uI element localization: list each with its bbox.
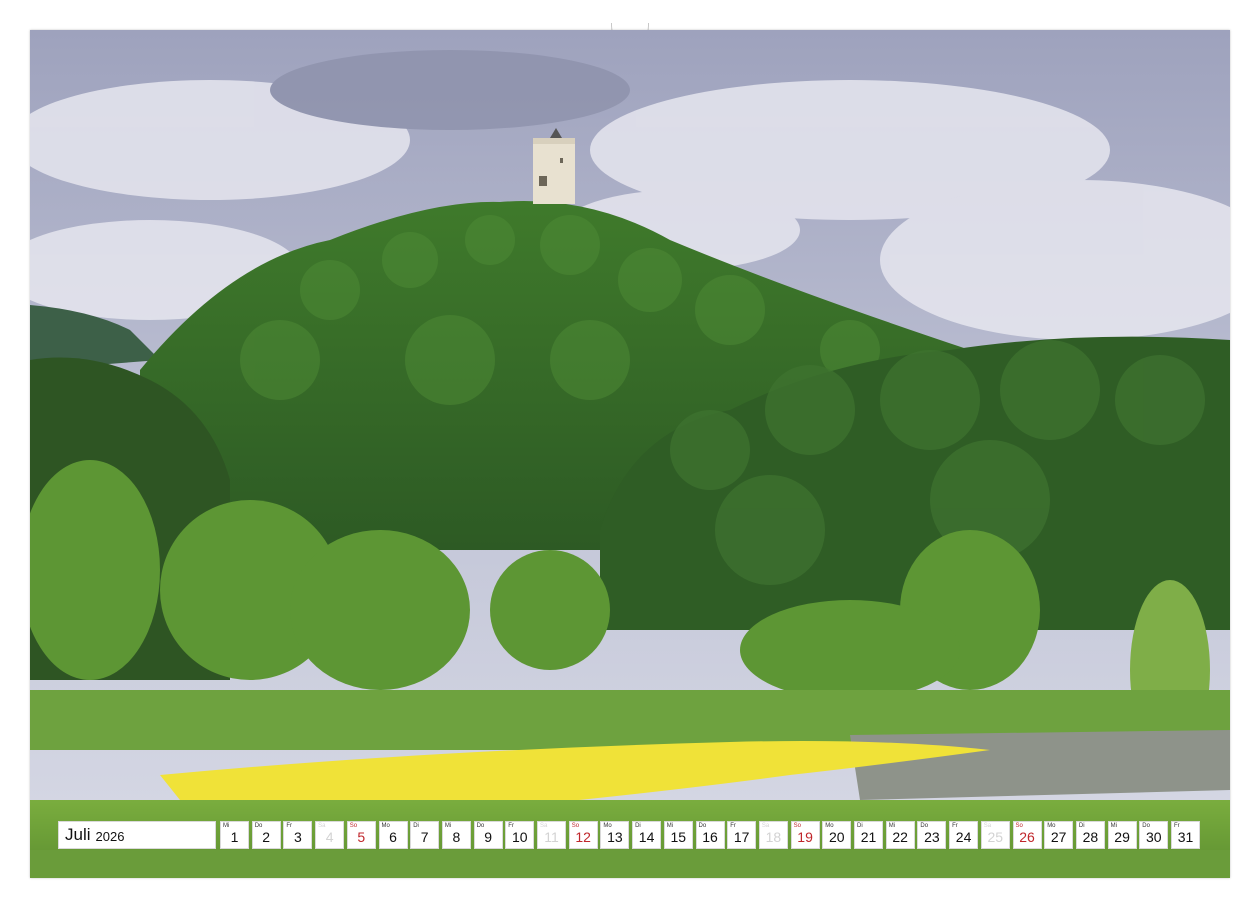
day-cell: Fr 3 — [283, 821, 313, 849]
month-name: Juli — [65, 825, 91, 844]
day-number: 9 — [484, 829, 492, 845]
day-cell: Mi 8 — [441, 821, 471, 849]
day-number: 6 — [389, 829, 397, 845]
day-number: 15 — [670, 829, 687, 845]
day-cell: Di 21 — [854, 821, 883, 849]
day-cell: Sa 25 — [980, 821, 1010, 849]
tower — [533, 128, 575, 204]
day-cell: Mi 29 — [1107, 821, 1137, 849]
month-label-box: Juli 2026 — [58, 821, 216, 849]
day-number: 12 — [575, 829, 591, 845]
day-cell: Di 14 — [632, 821, 662, 849]
day-cell: So 5 — [346, 821, 376, 849]
day-number: 24 — [955, 829, 972, 845]
day-number: 2 — [262, 829, 271, 845]
day-cell: Sa 11 — [537, 821, 566, 849]
day-cell: Fr 17 — [727, 821, 757, 849]
day-number: 8 — [452, 829, 461, 845]
day-number: 25 — [987, 829, 1004, 845]
day-number: 28 — [1082, 829, 1099, 845]
day-number: 21 — [860, 829, 877, 845]
landscape-photo — [30, 30, 1230, 878]
day-number: 19 — [797, 829, 813, 845]
day-cell: Do 16 — [695, 821, 725, 849]
day-cell: So 19 — [790, 821, 820, 849]
day-cell: Di 7 — [410, 821, 440, 849]
day-number: 31 — [1177, 829, 1194, 845]
day-cell: Di 28 — [1075, 821, 1105, 849]
day-number: 10 — [512, 829, 528, 845]
day-number: 7 — [420, 829, 429, 845]
day-number: 11 — [544, 829, 559, 845]
day-cell: Mi 1 — [220, 821, 249, 849]
day-number: 23 — [924, 829, 940, 845]
year: 2026 — [95, 828, 125, 844]
day-cell: So 12 — [568, 821, 598, 849]
landscape-illustration — [30, 30, 1230, 878]
day-number: 4 — [325, 829, 334, 845]
day-number: 26 — [1019, 829, 1035, 845]
day-cell: Sa 4 — [315, 821, 345, 849]
day-number: 1 — [230, 829, 239, 845]
day-number: 22 — [892, 829, 908, 845]
day-cell: Mo 13 — [600, 821, 630, 849]
day-number: 3 — [293, 829, 302, 845]
day-number: 18 — [765, 829, 782, 845]
day-cell: Sa 18 — [758, 821, 788, 849]
water — [850, 730, 1230, 800]
calendar-strip: Juli 2026 Mi 1 Do 2 Fr 3 Sa 4 So 5 Mo 6 Di 7 Mi 8 Do 9 Fr 1… — [58, 821, 1202, 850]
day-cell: Do 9 — [473, 821, 503, 849]
day-cell: Fr 10 — [505, 821, 535, 849]
day-number: 17 — [733, 829, 750, 845]
day-number: 20 — [829, 829, 845, 845]
day-number: 14 — [638, 829, 655, 845]
day-cell: Fr 24 — [949, 821, 979, 849]
day-cell: Mi 15 — [663, 821, 693, 849]
day-number: 29 — [1114, 829, 1130, 845]
day-cell: So 26 — [1012, 821, 1042, 849]
day-cell: Do 30 — [1139, 821, 1169, 849]
day-cell: Do 23 — [917, 821, 947, 849]
day-number: 13 — [607, 829, 623, 845]
day-cell: Fr 31 — [1171, 821, 1200, 849]
day-cell: Mi 22 — [885, 821, 915, 849]
day-cell: Mo 20 — [822, 821, 852, 849]
day-number: 27 — [1050, 829, 1067, 845]
day-number: 30 — [1146, 829, 1162, 845]
day-cell: Mo 27 — [1044, 821, 1074, 849]
day-cell: Do 2 — [251, 821, 281, 849]
day-number: 5 — [357, 829, 366, 845]
day-cell: Mo 6 — [378, 821, 408, 849]
day-number: 16 — [702, 829, 718, 845]
